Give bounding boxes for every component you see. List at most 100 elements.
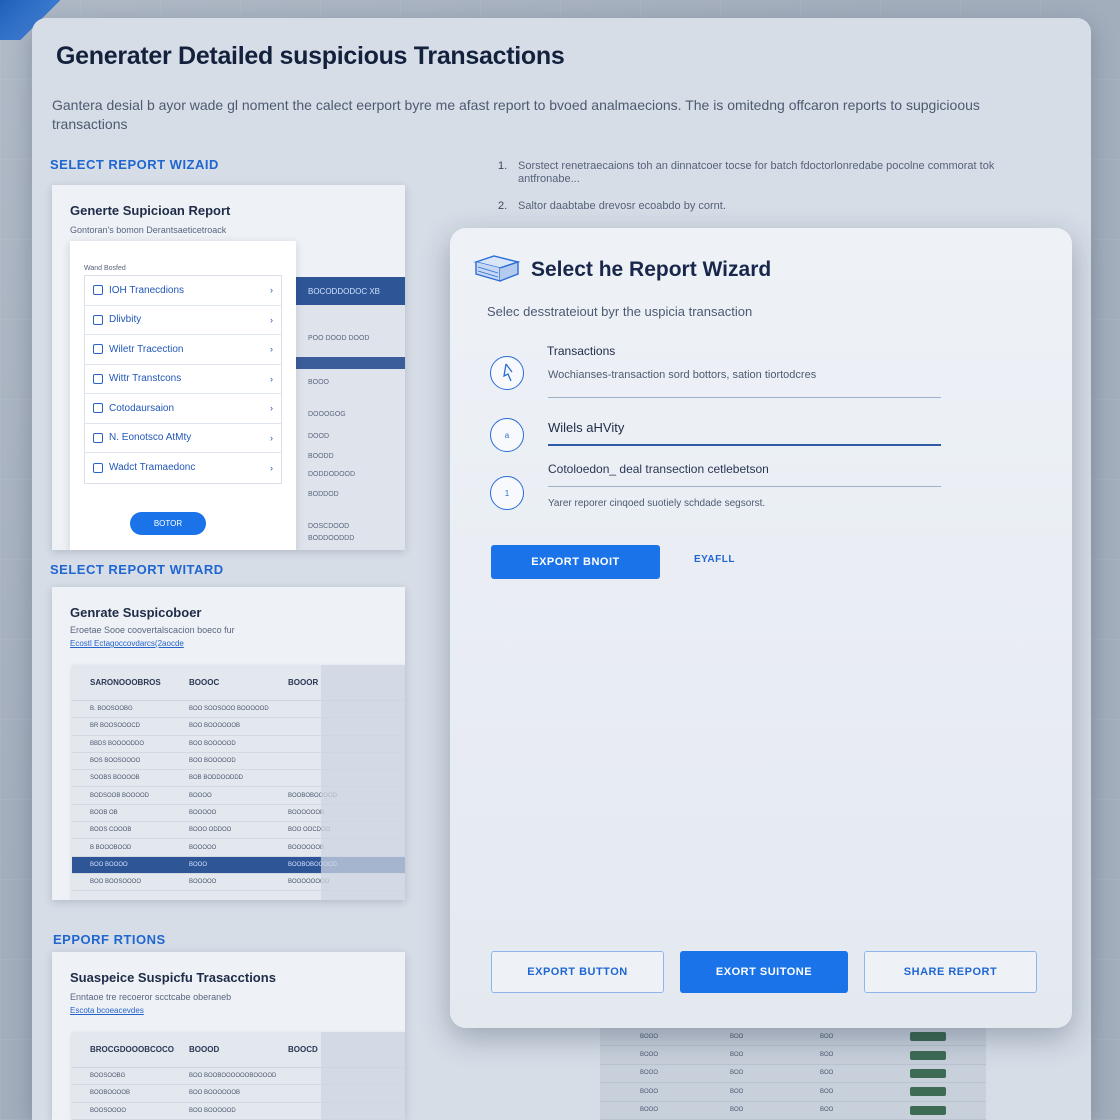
preview-title: Suaspeice Suspicfu Trasacctions <box>70 970 276 985</box>
table-cell: BOOO <box>640 1052 659 1059</box>
chevron-right-icon: › <box>270 285 273 296</box>
option-description: Cotoloedon_ deal transection cetlebetson <box>548 462 769 476</box>
export-report-button[interactable]: EXPORT BNOIT <box>491 545 660 579</box>
table-cell: BOS BOOSOOOO <box>90 758 141 765</box>
preview-subtitle: Eroetae Sooe coovertalscacion boeco fur <box>70 625 235 635</box>
radio-marker: a <box>504 430 510 440</box>
status-pill <box>910 1068 946 1078</box>
share-report-button[interactable]: SHARE REPORT <box>864 951 1037 993</box>
menu-item[interactable]: N. Eonotsco AtMty › <box>85 424 281 453</box>
option-title: Transactions <box>547 344 616 358</box>
menu-item[interactable]: Cotodaursaion › <box>85 394 281 424</box>
email-link-button[interactable]: EYAFLL <box>694 554 735 565</box>
table-cell: BOO BOOOOOD <box>189 1107 236 1114</box>
preview-title: Generte Supicioan Report <box>70 203 231 218</box>
menu-heading: Wand Bosfed <box>84 265 126 272</box>
table-row: BOOO BOO BOO <box>600 1065 986 1084</box>
chevron-right-icon: › <box>270 344 273 355</box>
preview-link[interactable]: Ecostl Ectagoccovdarcs(2aocde <box>70 639 184 648</box>
table-cell: BOO <box>730 1052 744 1059</box>
preview-subtitle: Enntaoe tre recoeror scctcabe oberaneb <box>70 992 232 1002</box>
table-cell: BOO BOOSOOOO <box>90 879 142 886</box>
column-header: SARONOOOBROS <box>90 678 161 687</box>
steps-list: 1. Sorstect renetraecaions toh an dinnatc… <box>498 160 1018 227</box>
table-cell: SOOBS BOOOOB <box>90 775 140 782</box>
table-cell: BOO <box>820 1070 834 1077</box>
page-title: Generater Detailed suspicious Transactio… <box>56 42 565 70</box>
table-cell: BOOOOO <box>189 844 217 851</box>
section-label-select-wizard-2: SELECT REPORT WITARD <box>50 562 224 577</box>
table-row: BOOO BOO BOO <box>600 1083 986 1102</box>
column-header: BOOOC <box>189 678 220 687</box>
table-cell: B BOOOBOOD <box>90 844 132 851</box>
radio-button[interactable]: 1 <box>490 476 524 510</box>
option-divider-active <box>548 444 941 446</box>
table-cell: BOOO ODDOO <box>189 827 232 834</box>
menu-item[interactable]: IOH Tranecdions › <box>85 276 281 306</box>
option-divider <box>548 397 941 398</box>
export-table: BROCGDOOOBCOCO BOOOD BOOCD BOOSOOBG BOO B… <box>72 1032 405 1120</box>
menu-item[interactable]: Wadct Tramaedonc › <box>85 453 281 483</box>
table-cell: BOO BOOOOOOB <box>189 723 241 730</box>
wizard-subtitle: Selec desstrateiout byr the uspicia tran… <box>487 304 753 319</box>
export-button-primary[interactable]: EXORT SUITONE <box>680 951 848 993</box>
table-row: BOOO BOO BOO <box>600 1046 986 1065</box>
preview-side-row: BODDOD <box>308 491 339 498</box>
export-button-outline[interactable]: EXPORT BUTTON <box>491 951 664 993</box>
table-cell: BOOSOOOO <box>90 1107 127 1114</box>
table-cell: BOOO <box>640 1033 659 1040</box>
table-cell: BR BOOSOOOCD <box>90 723 141 730</box>
preview-side-row: DOOOGOG <box>308 411 346 418</box>
table-cell: BOO <box>820 1107 834 1114</box>
table-cell: BOOBOOOOB <box>90 1090 131 1097</box>
table-cell: B. BOOSOOBG <box>90 706 133 713</box>
option-note: Yarer reporer cinqoed suotiely schdade s… <box>548 498 766 509</box>
table-cell: BOO BOOOOOOB <box>189 1090 241 1097</box>
option-description: Wochianses-transaction sord bottors, sat… <box>548 369 817 381</box>
table-cell: BOO <box>730 1033 744 1040</box>
table-cell: BOOOOO <box>189 879 217 886</box>
menu-submit-button[interactable]: BOTOR <box>130 512 206 535</box>
report-icon <box>93 373 103 384</box>
preview-side-bar: BOCODDODOC XB <box>296 277 405 305</box>
menu-item-label: IOH Tranecdions <box>109 284 185 296</box>
page-description: Gantera desial b ayor wade gl noment the… <box>52 97 980 132</box>
step-item: 1. Sorstect renetraecaions toh an dinnatc… <box>498 160 1018 186</box>
report-menu-preview: Generte Supicioan Report Gontoran's bomo… <box>52 185 405 550</box>
preview-link[interactable]: Escota bcoeacevdes <box>70 1006 144 1015</box>
menu-item[interactable]: Wittr Transtcons › <box>85 365 281 394</box>
status-pill <box>910 1105 946 1115</box>
report-icon <box>93 403 103 414</box>
status-pill <box>910 1032 946 1042</box>
step-text: Saltor daabtabe drevosr ecoabdo by cornt… <box>518 200 726 212</box>
table-cell: BOO BOOBOOOOOOBOOOOD <box>189 1073 277 1080</box>
menu-item-label: Wiletr Tracection <box>109 343 184 355</box>
preview-side-row: DOSCDOOD <box>308 523 350 530</box>
preview-side-row: BOOO <box>308 379 330 386</box>
table-cell: BOO BOOOOOD <box>189 740 236 747</box>
transactions-table: SARONOOOBROS BOOOC BOOOR B. BOOSOOBG BOO … <box>72 665 405 900</box>
chevron-right-icon: › <box>270 462 273 473</box>
menu-item-label: Wittr Transtcons <box>109 373 182 385</box>
section-label-select-wizard: SELECT REPORT WIZAID <box>50 157 219 172</box>
table-cell: BOO <box>730 1088 744 1095</box>
column-header: BROCGDOOOBCOCO <box>90 1045 174 1054</box>
section-label-export: EPPORF RTIONS <box>53 932 166 947</box>
preview-side-row: DODDODOOD <box>308 471 356 478</box>
radio-button[interactable]: a <box>490 418 524 452</box>
table-cell: BOOO <box>640 1107 659 1114</box>
preview-side-highlight <box>296 357 405 369</box>
menu-item[interactable]: Wiletr Tracection › <box>85 335 281 365</box>
radio-button[interactable] <box>490 356 524 390</box>
menu-item[interactable]: Dlivbity › <box>85 306 281 335</box>
table-cell: BBDS BOOOODDO <box>90 740 145 747</box>
table-cell: BOOOOO <box>189 809 217 816</box>
table-cell: BODSOOB BOOOOD <box>90 792 150 799</box>
table-cell: BOO SOOSOOO BOOOOOD <box>189 706 269 713</box>
preview-side-row: POO DOOD DOOD <box>308 335 370 342</box>
preview-title: Genrate Suspicoboer <box>70 605 202 620</box>
table-cell: BOO <box>730 1070 744 1077</box>
report-icon <box>93 432 103 443</box>
step-text: Sorstect renetraecaions toh an dinnatcoe… <box>518 160 995 185</box>
report-icon <box>93 285 103 296</box>
